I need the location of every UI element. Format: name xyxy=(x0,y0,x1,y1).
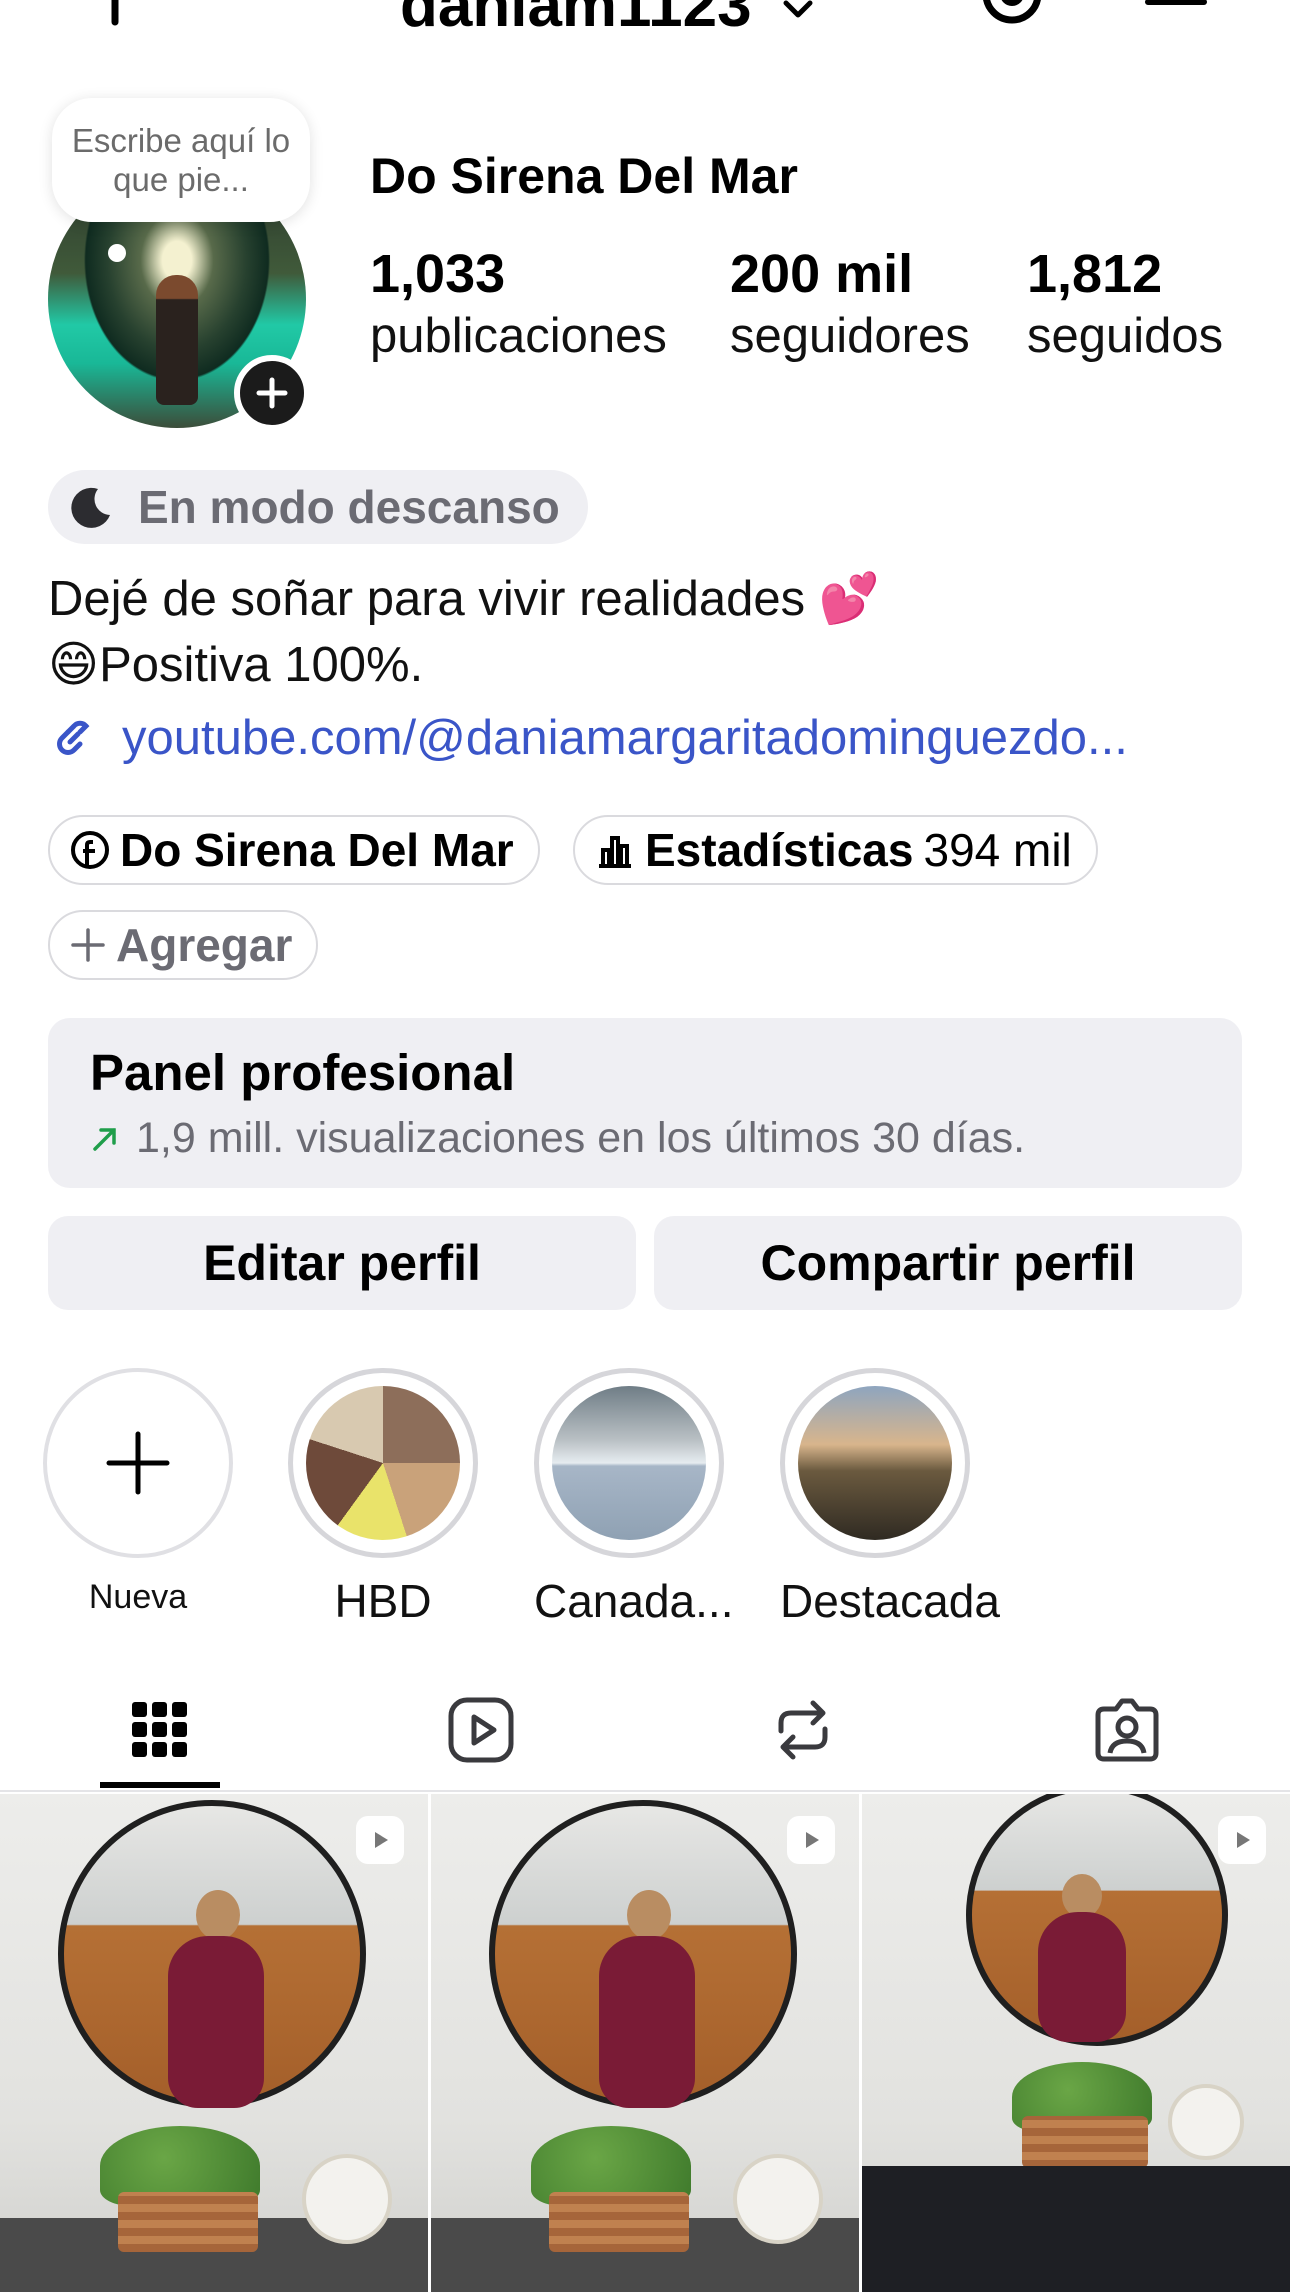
add-story-button[interactable] xyxy=(234,355,310,431)
status-text: En modo descanso xyxy=(138,481,560,533)
highlight-cover xyxy=(552,1386,706,1540)
insights-chip-value: 394 mil xyxy=(923,824,1072,876)
post-thumbnail[interactable] xyxy=(431,1794,859,2292)
stat-followers[interactable]: 200 mil seguidores xyxy=(730,242,970,366)
panel-title: Panel profesional xyxy=(90,1044,516,1101)
username: daniam1123 xyxy=(400,0,752,40)
post-thumbnail[interactable] xyxy=(0,1794,428,2292)
bio-line-2: 😄Positiva 100%. xyxy=(48,638,424,692)
bio: Dejé de soñar para vivir realidades 💕 😄P… xyxy=(48,566,880,698)
panel-subtitle: 1,9 mill. visualizaciones en los últimos… xyxy=(136,1114,1026,1162)
highlight-label: Destacada xyxy=(780,1575,1000,1627)
stat-following-label: seguidos xyxy=(1027,309,1224,363)
stat-posts-value: 1,033 xyxy=(370,244,506,304)
create-post-icon[interactable] xyxy=(80,0,150,30)
reel-badge-icon xyxy=(1218,1816,1266,1864)
stat-following[interactable]: 1,812 seguidos xyxy=(1027,242,1223,366)
stat-posts-label: publicaciones xyxy=(370,309,667,363)
top-bar: daniam1123 xyxy=(0,0,1290,40)
facebook-icon xyxy=(70,830,110,870)
trend-up-icon xyxy=(90,1124,120,1154)
reel-badge-icon xyxy=(356,1816,404,1864)
highlight-canada[interactable]: Canada... xyxy=(534,1368,734,1628)
link-text: youtube.com/@daniamargaritadominguezdo..… xyxy=(122,711,1128,765)
post-thumbnail[interactable] xyxy=(862,1794,1290,2292)
stat-followers-value: 200 mil xyxy=(730,244,914,304)
status-pill[interactable]: En modo descanso xyxy=(48,470,588,544)
tab-posts[interactable] xyxy=(120,1690,200,1770)
tagged-icon xyxy=(1092,1695,1162,1765)
menu-icon[interactable] xyxy=(1144,0,1208,28)
bar-chart-icon xyxy=(595,830,635,870)
highlight-label: Nueva xyxy=(88,1578,188,1616)
insights-chip[interactable]: Estadísticas 394 mil xyxy=(573,815,1098,885)
reel-badge-icon xyxy=(787,1816,835,1864)
highlight-label: Canada... xyxy=(534,1575,734,1627)
username-switcher[interactable]: daniam1123 xyxy=(400,0,813,41)
tab-reels[interactable] xyxy=(441,1690,521,1770)
profile-name: Do Sirena Del Mar xyxy=(370,148,798,204)
stat-following-value: 1,812 xyxy=(1027,244,1163,304)
note-bubble[interactable]: Escribe aquí lo que pie... xyxy=(52,98,310,222)
note-bubble-tail xyxy=(108,244,126,262)
stat-posts[interactable]: 1,033 publicaciones xyxy=(370,242,667,366)
panel-subtitle-row: 1,9 mill. visualizaciones en los últimos… xyxy=(90,1114,1200,1163)
bio-link[interactable]: youtube.com/@daniamargaritadominguezdo..… xyxy=(48,710,1128,766)
highlight-featured[interactable]: Destacada xyxy=(780,1368,1000,1628)
tab-reposts[interactable] xyxy=(763,1690,843,1770)
chevron-down-icon xyxy=(783,0,813,20)
share-profile-button[interactable]: Compartir perfil xyxy=(654,1216,1242,1310)
insights-chip-label: Estadísticas xyxy=(645,824,914,876)
moon-icon xyxy=(68,483,116,531)
content-tabs xyxy=(0,1680,1290,1792)
edit-profile-button[interactable]: Editar perfil xyxy=(48,1216,636,1310)
link-icon xyxy=(48,712,100,764)
stat-followers-label: seguidores xyxy=(730,309,970,363)
bio-line-1: Dejé de soñar para vivir realidades 💕 xyxy=(48,572,880,626)
avatar-person xyxy=(156,275,198,405)
note-placeholder: Escribe aquí lo que pie... xyxy=(71,122,291,198)
professional-dashboard[interactable]: Panel profesional 1,9 mill. visualizacio… xyxy=(48,1018,1242,1188)
highlight-hbd[interactable]: HBD xyxy=(288,1368,478,1628)
tab-tagged[interactable] xyxy=(1087,1690,1167,1770)
highlight-cover xyxy=(798,1386,952,1540)
threads-icon[interactable] xyxy=(980,0,1044,34)
highlight-label: HBD xyxy=(334,1575,432,1627)
facebook-chip-label: Do Sirena Del Mar xyxy=(120,824,514,876)
reels-icon xyxy=(446,1695,516,1765)
facebook-chip[interactable]: Do Sirena Del Mar xyxy=(48,815,540,885)
active-tab-indicator xyxy=(100,1782,220,1788)
reposts-icon xyxy=(771,1695,835,1765)
add-chip-label: Agregar xyxy=(116,919,293,971)
highlight-cover xyxy=(306,1386,460,1540)
grid-icon xyxy=(128,1698,192,1762)
plus-icon xyxy=(70,927,106,963)
plus-icon xyxy=(103,1428,173,1498)
highlight-new[interactable]: Nueva xyxy=(43,1368,233,1617)
add-chip[interactable]: Agregar xyxy=(48,910,319,980)
